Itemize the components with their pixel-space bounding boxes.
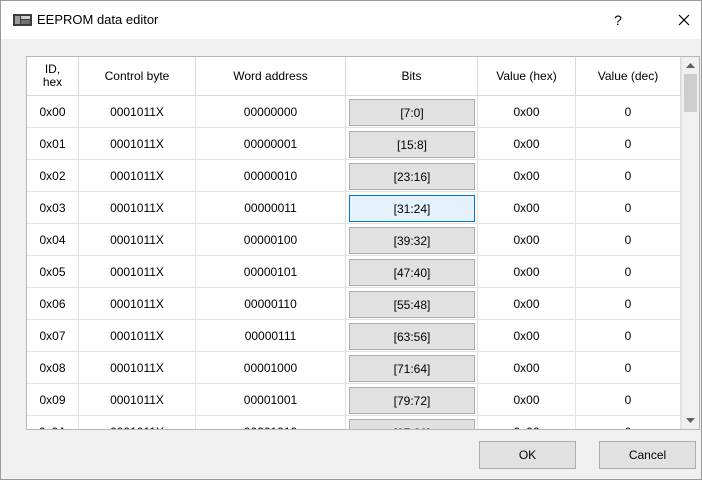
- value-dec-cell[interactable]: 0: [576, 128, 681, 160]
- control-byte-cell: 0001011X: [79, 320, 196, 352]
- chip-icon: [13, 14, 32, 26]
- word-address-cell: 00001010: [196, 416, 346, 429]
- table-row[interactable]: 0x07 0001011X 00000111 0x00 0 [63:56]: [27, 320, 681, 352]
- column-header-control-byte[interactable]: Control byte: [79, 57, 196, 95]
- id-cell: 0x0A: [27, 416, 79, 429]
- bits-button[interactable]: [87:80]: [349, 419, 475, 429]
- column-header-value-hex[interactable]: Value (hex): [478, 57, 576, 95]
- value-hex-cell[interactable]: 0x00: [478, 352, 576, 384]
- column-header-bits[interactable]: Bits: [346, 57, 478, 95]
- word-address-cell: 00000101: [196, 256, 346, 288]
- eeprom-editor-dialog: EEPROM data editor ? ID, hex Control byt…: [0, 0, 702, 480]
- control-byte-cell: 0001011X: [79, 384, 196, 416]
- id-cell: 0x01: [27, 128, 79, 160]
- value-hex-cell[interactable]: 0x00: [478, 192, 576, 224]
- table-row[interactable]: 0x04 0001011X 00000100 0x00 0 [39:32]: [27, 224, 681, 256]
- value-dec-cell[interactable]: 0: [576, 192, 681, 224]
- value-hex-cell[interactable]: 0x00: [478, 416, 576, 429]
- value-hex-cell[interactable]: 0x00: [478, 128, 576, 160]
- scroll-up-icon[interactable]: [682, 57, 699, 74]
- table-row[interactable]: 0x02 0001011X 00000010 0x00 0 [23:16]: [27, 160, 681, 192]
- word-address-cell: 00001001: [196, 384, 346, 416]
- vertical-scrollbar[interactable]: [681, 57, 699, 429]
- value-dec-cell[interactable]: 0: [576, 288, 681, 320]
- bits-button[interactable]: [31:24]: [349, 195, 475, 222]
- bits-button[interactable]: [15:8]: [349, 131, 475, 158]
- control-byte-cell: 0001011X: [79, 224, 196, 256]
- table-row[interactable]: 0x09 0001011X 00001001 0x00 0 [79:72]: [27, 384, 681, 416]
- eeprom-table: ID, hex Control byte Word address Bits V…: [26, 56, 700, 430]
- value-dec-cell[interactable]: 0: [576, 416, 681, 429]
- ok-button[interactable]: OK: [479, 441, 576, 469]
- bits-button[interactable]: [71:64]: [349, 355, 475, 382]
- control-byte-cell: 0001011X: [79, 128, 196, 160]
- control-byte-cell: 0001011X: [79, 192, 196, 224]
- id-cell: 0x05: [27, 256, 79, 288]
- value-hex-cell[interactable]: 0x00: [478, 320, 576, 352]
- table-row[interactable]: 0x00 0001011X 00000000 0x00 0 [7:0]: [27, 96, 681, 128]
- value-hex-cell[interactable]: 0x00: [478, 288, 576, 320]
- word-address-cell: 00000001: [196, 128, 346, 160]
- control-byte-cell: 0001011X: [79, 288, 196, 320]
- value-hex-cell[interactable]: 0x00: [478, 384, 576, 416]
- window-title: EEPROM data editor: [37, 12, 159, 27]
- bits-button[interactable]: [79:72]: [349, 387, 475, 414]
- value-hex-cell[interactable]: 0x00: [478, 256, 576, 288]
- table-header: ID, hex Control byte Word address Bits V…: [27, 57, 681, 96]
- id-cell: 0x00: [27, 96, 79, 128]
- value-dec-cell[interactable]: 0: [576, 160, 681, 192]
- value-hex-cell[interactable]: 0x00: [478, 224, 576, 256]
- bits-button[interactable]: [23:16]: [349, 163, 475, 190]
- word-address-cell: 00000111: [196, 320, 346, 352]
- word-address-cell: 00000010: [196, 160, 346, 192]
- column-header-id-label: ID, hex: [42, 62, 63, 89]
- cancel-button[interactable]: Cancel: [599, 441, 696, 469]
- table-row[interactable]: 0x05 0001011X 00000101 0x00 0 [47:40]: [27, 256, 681, 288]
- word-address-cell: 00001000: [196, 352, 346, 384]
- id-cell: 0x08: [27, 352, 79, 384]
- word-address-cell: 00000011: [196, 192, 346, 224]
- table-row[interactable]: 0x01 0001011X 00000001 0x00 0 [15:8]: [27, 128, 681, 160]
- control-byte-cell: 0001011X: [79, 416, 196, 429]
- bits-button[interactable]: [55:48]: [349, 291, 475, 318]
- value-dec-cell[interactable]: 0: [576, 384, 681, 416]
- control-byte-cell: 0001011X: [79, 96, 196, 128]
- id-cell: 0x04: [27, 224, 79, 256]
- help-button[interactable]: ?: [607, 9, 629, 31]
- close-icon[interactable]: [673, 9, 695, 31]
- bits-button[interactable]: [47:40]: [349, 259, 475, 286]
- id-cell: 0x07: [27, 320, 79, 352]
- scroll-down-icon[interactable]: [682, 412, 699, 429]
- bits-button[interactable]: [7:0]: [349, 99, 475, 126]
- table-row[interactable]: 0x08 0001011X 00001000 0x00 0 [71:64]: [27, 352, 681, 384]
- bits-button[interactable]: [39:32]: [349, 227, 475, 254]
- value-hex-cell[interactable]: 0x00: [478, 160, 576, 192]
- bits-button[interactable]: [63:56]: [349, 323, 475, 350]
- word-address-cell: 00000100: [196, 224, 346, 256]
- word-address-cell: 00000000: [196, 96, 346, 128]
- id-cell: 0x02: [27, 160, 79, 192]
- column-header-word-address[interactable]: Word address: [196, 57, 346, 95]
- word-address-cell: 00000110: [196, 288, 346, 320]
- control-byte-cell: 0001011X: [79, 160, 196, 192]
- table-row[interactable]: 0x03 0001011X 00000011 0x00 0 [31:24]: [27, 192, 681, 224]
- control-byte-cell: 0001011X: [79, 352, 196, 384]
- value-dec-cell[interactable]: 0: [576, 256, 681, 288]
- scrollbar-thumb[interactable]: [684, 74, 697, 112]
- id-cell: 0x03: [27, 192, 79, 224]
- id-cell: 0x09: [27, 384, 79, 416]
- value-hex-cell[interactable]: 0x00: [478, 96, 576, 128]
- value-dec-cell[interactable]: 0: [576, 320, 681, 352]
- table-row[interactable]: 0x0A0001011X00001010 0x000 [87:80]: [27, 416, 681, 429]
- column-header-id[interactable]: ID, hex: [27, 57, 79, 95]
- column-header-value-dec[interactable]: Value (dec): [576, 57, 681, 95]
- table-row[interactable]: 0x06 0001011X 00000110 0x00 0 [55:48]: [27, 288, 681, 320]
- id-cell: 0x06: [27, 288, 79, 320]
- value-dec-cell[interactable]: 0: [576, 352, 681, 384]
- title-bar[interactable]: EEPROM data editor ?: [1, 1, 701, 39]
- control-byte-cell: 0001011X: [79, 256, 196, 288]
- value-dec-cell[interactable]: 0: [576, 224, 681, 256]
- value-dec-cell[interactable]: 0: [576, 96, 681, 128]
